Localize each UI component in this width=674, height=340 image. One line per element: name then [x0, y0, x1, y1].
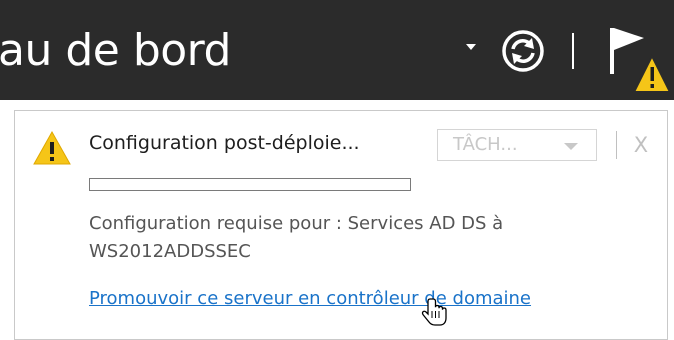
page-title: au de bord: [0, 25, 231, 76]
flag-warning-icon[interactable]: [608, 20, 670, 94]
header-separator: [572, 33, 574, 69]
panel-separator: [616, 131, 617, 159]
close-button[interactable]: X: [630, 131, 652, 159]
notification-description: Configuration requise pour : Services AD…: [89, 213, 504, 262]
promote-server-link[interactable]: Promouvoir ce serveur en contrôleur de d…: [89, 286, 531, 312]
tasks-dropdown-button[interactable]: TÂCH...: [437, 129, 597, 161]
refresh-icon[interactable]: [497, 27, 549, 75]
hand-cursor-icon: [421, 298, 447, 326]
notification-title: Configuration post-déploie...: [89, 132, 360, 154]
progress-bar: [89, 178, 411, 191]
caret-down-icon[interactable]: [466, 44, 476, 50]
header-bar: au de bord: [0, 0, 674, 100]
tasks-label: TÂCH...: [453, 134, 518, 155]
warning-icon: [33, 131, 71, 165]
chevron-down-icon: [564, 143, 578, 150]
